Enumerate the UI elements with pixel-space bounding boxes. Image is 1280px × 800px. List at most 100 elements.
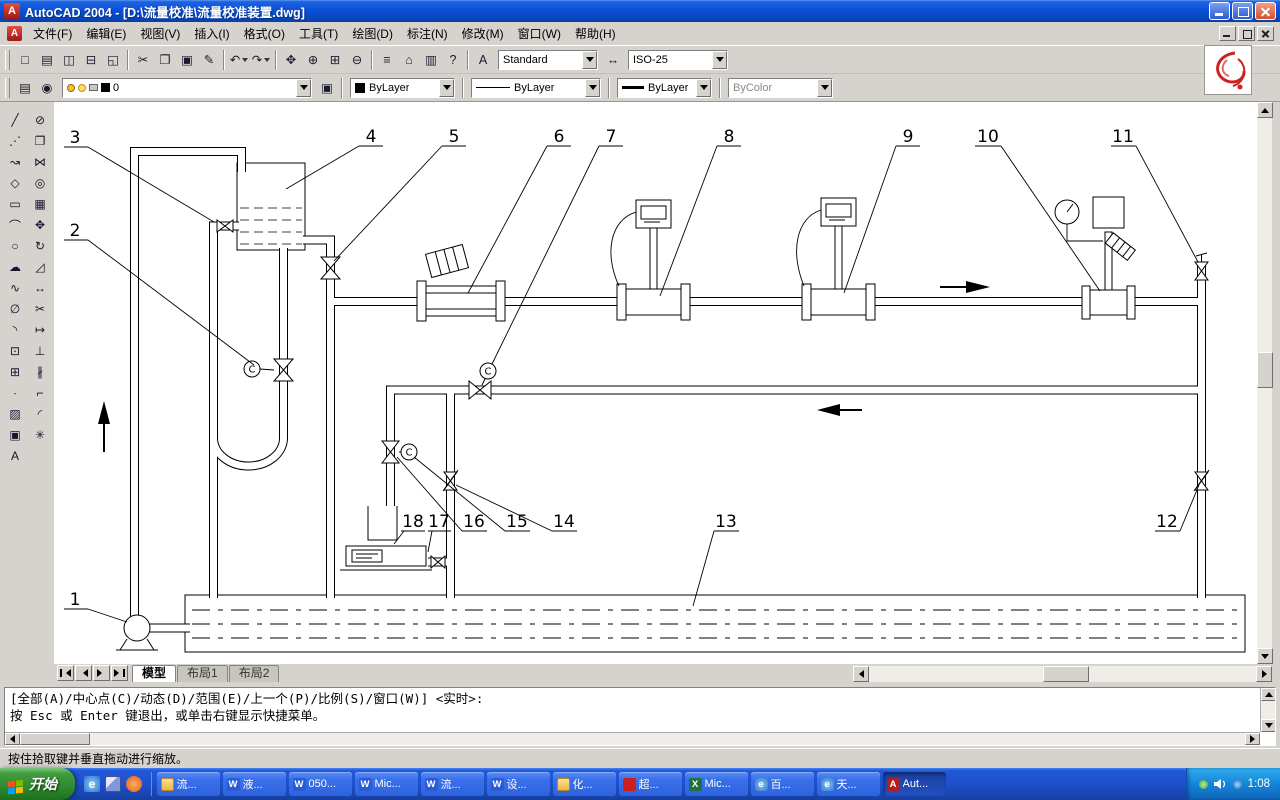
menu-draw[interactable]: 绘图(D) [345,22,400,45]
volume-icon[interactable] [1214,778,1227,790]
menu-file[interactable]: 文件(F) [26,22,79,45]
ellipse-icon[interactable]: ∅ [4,299,26,319]
offset-icon[interactable]: ◎ [29,173,51,193]
mdi-restore-button[interactable] [1238,26,1255,41]
make-block-icon[interactable]: ⊞ [4,362,26,382]
tab-layout1[interactable]: 布局1 [177,665,228,682]
canvas-vertical-scrollbar[interactable] [1256,102,1272,664]
tray-status-icon[interactable] [1199,780,1208,789]
menu-insert[interactable]: 插入(I) [187,22,236,45]
quicklaunch-ie-icon[interactable]: e [84,776,100,792]
insert-block-icon[interactable]: ⊡ [4,341,26,361]
menu-view[interactable]: 视图(V) [133,22,187,45]
horizontal-scroll-thumb[interactable] [1043,666,1089,682]
minimize-button[interactable] [1209,2,1230,20]
command-vertical-scrollbar[interactable] [1260,688,1275,732]
undo-dropdown-icon[interactable] [242,58,248,65]
redo-dropdown-icon[interactable] [264,58,270,65]
redo-icon[interactable]: ↷ [250,50,272,70]
close-button[interactable] [1255,2,1276,20]
menu-format[interactable]: 格式(O) [237,22,292,45]
task-folder-liu[interactable]: 流... [157,772,220,796]
mdi-minimize-button[interactable] [1219,26,1236,41]
restore-button[interactable] [1232,2,1253,20]
menu-tools[interactable]: 工具(T) [292,22,345,45]
chevron-down-icon[interactable] [439,79,454,97]
command-text-area[interactable]: [全部(A)/中心点(C)/动态(D)/范围(E)/上一个(P)/比例(S)/窗… [4,687,1276,746]
start-button[interactable]: 开始 [0,768,75,800]
revcloud-icon[interactable]: ☁ [4,257,26,277]
polyline-icon[interactable]: ↝ [4,152,26,172]
chevron-down-icon[interactable] [696,79,711,97]
task-app-chao[interactable]: 超... [619,772,682,796]
undo-icon[interactable]: ↶ [228,50,250,70]
tab-layout2[interactable]: 布局2 [229,665,280,682]
chamfer-icon[interactable]: ⌐ [29,383,51,403]
copy-object-icon[interactable]: ❐ [29,131,51,151]
task-doc-050[interactable]: W 050... [289,772,352,796]
circle-icon[interactable]: ○ [4,236,26,256]
move-icon[interactable]: ✥ [29,215,51,235]
color-combo[interactable]: ByLayer [350,78,455,98]
polygon-icon[interactable]: ◇ [4,173,26,193]
mirror-icon[interactable]: ⋈ [29,152,51,172]
break-at-point-icon[interactable]: ⊥ [29,341,51,361]
dim-style-combo[interactable]: ISO-25 [628,50,728,70]
scale-icon[interactable]: ◿ [29,257,51,277]
mtext-icon[interactable]: A [4,446,26,466]
task-ie-bai[interactable]: e 百... [751,772,814,796]
scroll-left-icon[interactable] [5,733,20,745]
scroll-up-icon[interactable] [1257,102,1273,118]
task-doc-liu[interactable]: W 流... [421,772,484,796]
spline-icon[interactable]: ∿ [4,278,26,298]
tab-last-button[interactable] [111,665,128,681]
task-ie-tian[interactable]: e 天... [817,772,880,796]
scroll-down-icon[interactable] [1261,719,1276,732]
text-style-icon[interactable]: A [472,50,494,70]
task-doc-she[interactable]: W 设... [487,772,550,796]
clock[interactable]: 1:08 [1248,778,1270,790]
menu-modify[interactable]: 修改(M) [455,22,511,45]
tray-network-icon[interactable] [1233,780,1242,789]
explode-icon[interactable]: ✳ [29,425,51,445]
tool-palettes-icon[interactable]: ▥ [420,50,442,70]
tab-previous-button[interactable] [75,665,92,681]
quicklaunch-show-desktop-icon[interactable] [105,776,121,792]
command-scroll-thumb[interactable] [20,733,90,745]
paste-icon[interactable]: ▣ [176,50,198,70]
scroll-left-icon[interactable] [853,666,869,682]
tab-next-button[interactable] [93,665,110,681]
task-doc-mic[interactable]: W Mic... [355,772,418,796]
layer-states-icon[interactable]: ◉ [36,78,58,98]
command-horizontal-scrollbar[interactable] [5,732,1260,745]
construction-line-icon[interactable]: ⋰ [4,131,26,151]
make-object-layer-current-icon[interactable]: ▣ [316,78,338,98]
save-icon[interactable]: ◫ [58,50,80,70]
hatch-icon[interactable]: ▨ [4,404,26,424]
match-properties-icon[interactable]: ✎ [198,50,220,70]
scroll-right-icon[interactable] [1256,666,1272,682]
scroll-right-icon[interactable] [1245,733,1260,745]
zoom-window-icon[interactable]: ⊞ [324,50,346,70]
chevron-down-icon[interactable] [582,51,597,69]
rectangle-icon[interactable]: ▭ [4,194,26,214]
arc-icon[interactable]: ⌒ [4,215,26,235]
text-style-combo[interactable]: Standard [498,50,598,70]
point-icon[interactable]: ∙ [4,383,26,403]
quicklaunch-media-player-icon[interactable] [126,776,142,792]
linetype-combo[interactable]: ByLayer [471,78,601,98]
designcenter-icon[interactable]: ⌂ [398,50,420,70]
mdi-close-button[interactable] [1257,26,1274,41]
rotate-icon[interactable]: ↻ [29,236,51,256]
fillet-icon[interactable]: ◜ [29,404,51,424]
help-icon[interactable]: ? [442,50,464,70]
erase-icon[interactable]: ⊘ [29,110,51,130]
pan-icon[interactable]: ✥ [280,50,302,70]
menu-dimension[interactable]: 标注(N) [400,22,455,45]
chevron-down-icon[interactable] [585,79,600,97]
region-icon[interactable]: ▣ [4,425,26,445]
toolbar-grip[interactable] [5,78,10,98]
new-icon[interactable]: □ [14,50,36,70]
vertical-scroll-thumb[interactable] [1257,352,1273,388]
task-excel-mic[interactable]: X Mic... [685,772,748,796]
